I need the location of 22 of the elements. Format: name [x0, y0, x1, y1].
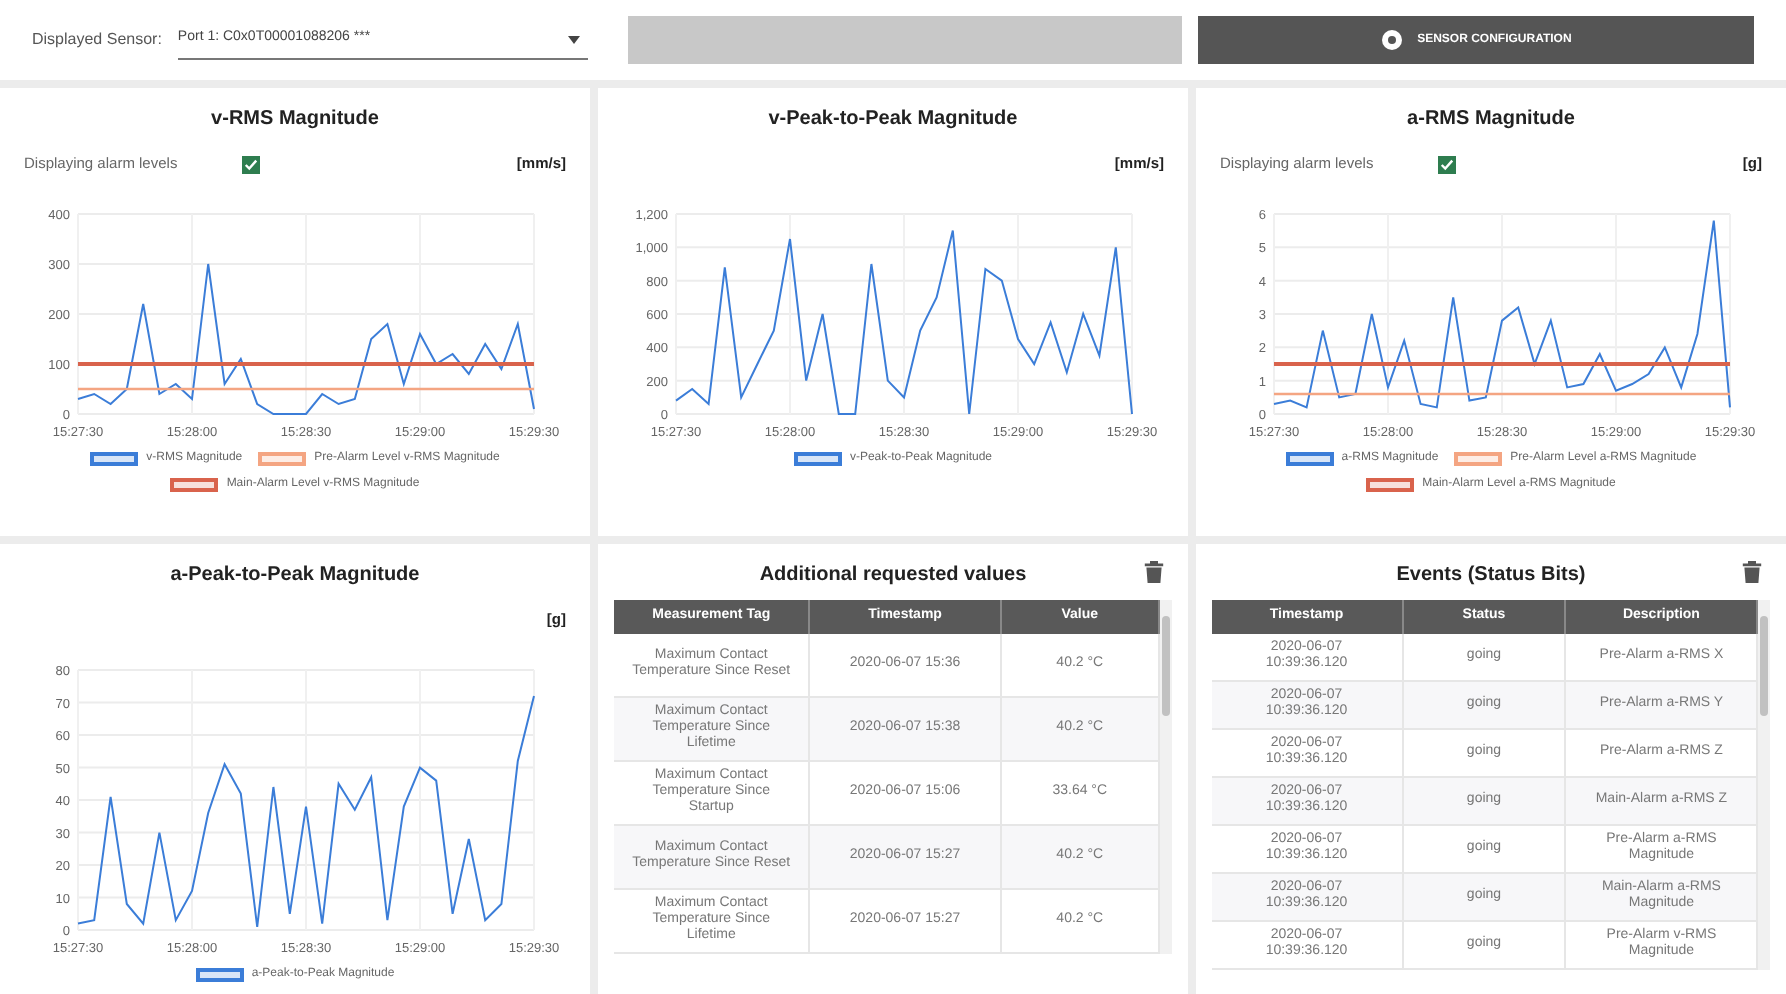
chart-title: v-Peak-to-Peak Magnitude	[768, 106, 1018, 134]
chart-title: a-Peak-to-Peak Magnitude	[170, 562, 420, 590]
trash-icon[interactable]	[1742, 560, 1762, 584]
table-title: Additional requested values	[759, 562, 1027, 590]
trash-icon[interactable]	[1144, 560, 1164, 584]
checkbox[interactable]	[1437, 155, 1456, 173]
chart-title: v-RMS Magnitude	[211, 106, 379, 134]
legend-swatch[interactable]	[195, 968, 244, 982]
caret-icon	[567, 35, 580, 43]
legend-swatch[interactable]	[793, 452, 842, 466]
legend-swatch[interactable]	[170, 478, 219, 492]
legend-swatch[interactable]	[258, 452, 307, 466]
legend-swatch[interactable]	[90, 452, 139, 466]
checkbox[interactable]	[241, 155, 260, 173]
sensor-label: Displayed Sensor:	[32, 28, 162, 52]
chart-title: a-RMS Magnitude	[1407, 106, 1575, 134]
scrollbar[interactable]	[1758, 600, 1770, 969]
table-title: Events (Status Bits)	[1396, 562, 1586, 590]
scrollbar[interactable]	[1160, 600, 1172, 953]
legend-swatch[interactable]	[1285, 452, 1334, 466]
legend-swatch[interactable]	[1454, 452, 1503, 466]
legend-swatch[interactable]	[1366, 478, 1415, 492]
